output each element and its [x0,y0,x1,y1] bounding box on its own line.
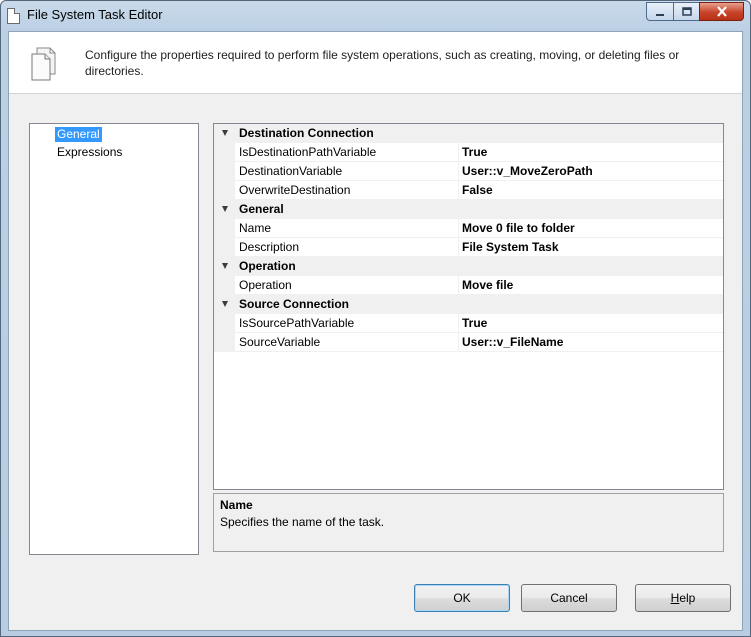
property-name: IsDestinationPathVariable [239,145,377,159]
triangle-down-icon[interactable] [222,301,228,307]
category-general[interactable]: General [214,200,723,219]
row-gutter [214,333,235,352]
property-value[interactable]: User::v_MoveZeroPath [462,164,593,178]
category-destination-connection[interactable]: Destination Connection [214,124,723,143]
cancel-button[interactable]: Cancel [521,584,617,612]
category-label: General [239,202,284,216]
property-row[interactable]: Operation Move file [214,276,723,295]
property-row[interactable]: OverwriteDestination False [214,181,723,200]
property-name: DestinationVariable [239,164,343,178]
dialog-client-area: Configure the properties required to per… [8,31,743,631]
row-gutter [214,238,235,257]
category-label: Source Connection [239,297,350,311]
property-name: Name [239,221,272,235]
property-row[interactable]: IsSourcePathVariable True [214,314,723,333]
row-gutter [214,162,235,181]
column-divider[interactable] [458,333,459,352]
column-divider[interactable] [458,314,459,333]
help-title: Name [220,498,253,512]
property-row[interactable]: DestinationVariable User::v_MoveZeroPath [214,162,723,181]
property-row[interactable]: Name Move 0 file to folder [214,219,723,238]
title-bar[interactable]: File System Task Editor [1,1,750,31]
property-row[interactable]: IsDestinationPathVariable True [214,143,723,162]
row-gutter [214,314,235,333]
category-source-connection[interactable]: Source Connection [214,295,723,314]
property-row[interactable]: SourceVariable User::v_FileName [214,333,723,352]
triangle-down-icon[interactable] [222,206,228,212]
header-panel: Configure the properties required to per… [9,32,742,94]
page-list: General Expressions [29,123,199,555]
column-divider[interactable] [458,162,459,181]
property-value[interactable]: User::v_FileName [462,335,563,349]
property-name: OverwriteDestination [239,183,351,197]
property-row[interactable]: Description File System Task [214,238,723,257]
triangle-down-icon[interactable] [222,263,228,269]
column-divider[interactable] [458,238,459,257]
property-value[interactable]: True [462,145,487,159]
documents-icon [31,47,56,81]
help-label-rest: elp [679,591,696,605]
property-value[interactable]: File System Task [462,240,559,254]
help-button[interactable]: Help [635,584,731,612]
column-divider[interactable] [458,219,459,238]
property-name: Description [239,240,300,254]
row-gutter [214,276,235,295]
property-name: Operation [239,278,292,292]
category-operation[interactable]: Operation [214,257,723,276]
window-title: File System Task Editor [27,7,163,22]
help-mnemonic: H [670,591,680,605]
property-value[interactable]: False [462,183,493,197]
column-divider[interactable] [458,143,459,162]
property-value[interactable]: Move file [462,278,513,292]
property-grid: Destination Connection IsDestinationPath… [213,123,724,490]
document-icon [7,8,20,24]
row-gutter [214,143,235,162]
dialog-window: File System Task Editor Configure the pr… [0,0,751,637]
property-value[interactable]: Move 0 file to folder [462,221,575,235]
row-gutter [214,181,235,200]
property-help-panel: Name Specifies the name of the task. [213,493,724,552]
column-divider[interactable] [458,276,459,295]
close-button[interactable] [699,2,744,21]
column-divider[interactable] [458,181,459,200]
maximize-icon [681,6,692,16]
property-value[interactable]: True [462,316,487,330]
help-description: Specifies the name of the task. [220,515,385,529]
caption-buttons [646,2,744,21]
triangle-down-icon[interactable] [222,130,228,136]
nav-item-expressions[interactable]: Expressions [55,145,124,160]
close-icon [716,6,727,17]
category-label: Destination Connection [239,126,374,140]
property-name: SourceVariable [239,335,321,349]
header-description: Configure the properties required to per… [85,48,680,78]
row-gutter [214,219,235,238]
minimize-button[interactable] [646,2,673,21]
property-name: IsSourcePathVariable [239,316,355,330]
minimize-icon [656,13,664,16]
maximize-button[interactable] [673,2,699,21]
category-label: Operation [239,259,296,273]
ok-button[interactable]: OK [414,584,510,612]
nav-item-general[interactable]: General [55,127,102,142]
